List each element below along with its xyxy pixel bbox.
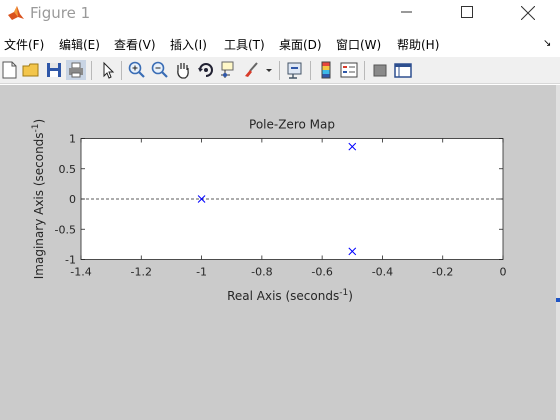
close-button[interactable]	[504, 0, 550, 28]
menu-view[interactable]: 查看(V)	[114, 36, 156, 53]
y-tick-label: 0.5	[59, 163, 77, 176]
y-tick-label: -1	[65, 254, 76, 267]
open-file-button[interactable]	[21, 60, 41, 80]
x-tick-label: -0.4	[372, 266, 393, 279]
brush-dropdown-icon	[266, 69, 272, 72]
insert-legend-icon	[340, 62, 358, 78]
menu-file[interactable]: 文件(F)	[4, 36, 44, 53]
data-cursor-button[interactable]	[219, 60, 239, 80]
pole-zero-plot[interactable]: -1.4 -1.2 -1 -0.8 -0.6 -0.4 -0.2 0 10.50-0.5-1 …	[0, 85, 556, 420]
show-plot-tools-button[interactable]	[393, 60, 413, 80]
title-bar: Figure 1	[0, 0, 560, 28]
pan-button[interactable]	[173, 60, 193, 80]
print-icon	[66, 60, 86, 80]
close-icon	[521, 6, 535, 20]
toolbar-separator	[279, 61, 280, 80]
new-figure-icon	[2, 61, 17, 79]
zoom-out-button[interactable]	[150, 60, 170, 80]
toolbar-separator	[310, 61, 311, 80]
rotate-3d-button[interactable]	[196, 60, 216, 80]
menu-overflow-icon[interactable]: ↘	[543, 38, 551, 49]
edge-marker	[556, 298, 560, 302]
brush-button[interactable]	[242, 60, 262, 80]
pan-hand-icon	[177, 63, 189, 79]
y-axis-label-superscript: -1	[31, 123, 41, 132]
x-tick-label: -1.4	[70, 266, 91, 279]
hide-plot-tools-button[interactable]	[370, 60, 390, 80]
y-tick-label: -0.5	[55, 223, 76, 236]
menu-bar: 文件(F) 编辑(E) 查看(V) 插入(I) 工具(T) 桌面(D) 窗口(W…	[0, 32, 560, 56]
menu-insert[interactable]: 插入(I)	[170, 36, 207, 53]
zoom-out-icon	[151, 61, 168, 78]
toolbar-separator	[364, 61, 365, 80]
new-figure-button[interactable]	[0, 60, 20, 80]
chart-title: Pole-Zero Map	[249, 118, 335, 132]
window-right-edge	[556, 85, 560, 420]
menu-edit[interactable]: 编辑(E)	[59, 36, 100, 53]
zoom-in-icon	[128, 61, 145, 78]
x-tick-label: -1.2	[131, 266, 152, 279]
x-axis-label-suffix: )	[348, 289, 353, 303]
zoom-in-button[interactable]	[127, 60, 147, 80]
insert-legend-button[interactable]	[339, 60, 359, 80]
print-button[interactable]	[66, 60, 86, 80]
edit-plot-arrow-icon	[103, 61, 115, 79]
menu-desktop[interactable]: 桌面(D)	[279, 36, 322, 53]
data-cursor-icon	[221, 61, 234, 78]
maximize-button[interactable]	[444, 0, 490, 28]
x-tick-label: -1	[196, 266, 207, 279]
minimize-icon	[401, 11, 412, 13]
x-tick-label: -0.8	[251, 266, 272, 279]
brush-icon	[245, 62, 258, 77]
y-tick-label: 1	[69, 133, 76, 146]
x-tick-label: -0.2	[432, 266, 453, 279]
x-axis-label-main: Real Axis (seconds	[227, 289, 339, 303]
menu-help[interactable]: 帮助(H)	[397, 36, 439, 53]
insert-colorbar-icon	[321, 61, 331, 79]
x-tick-label: -0.6	[311, 266, 332, 279]
matlab-logo-icon	[8, 6, 24, 20]
save-button[interactable]	[44, 60, 64, 80]
rotate-3d-icon	[198, 63, 213, 77]
y-tick-label: 0	[69, 193, 76, 206]
link-plot-icon	[287, 62, 302, 79]
x-tick-label: 0	[500, 266, 507, 279]
minimize-button[interactable]	[384, 0, 430, 28]
toolbar-separator	[91, 61, 92, 80]
edit-plot-button[interactable]	[98, 60, 118, 80]
y-axis-label-suffix: )	[32, 119, 46, 124]
x-axis-label: Real Axis (seconds-1)	[227, 288, 353, 303]
menu-window[interactable]: 窗口(W)	[336, 36, 381, 53]
window-title: Figure 1	[30, 4, 91, 22]
y-axis-label-main: Imaginary Axis (seconds	[32, 132, 46, 279]
maximize-icon	[461, 6, 473, 18]
link-plot-button[interactable]	[285, 60, 305, 80]
hide-plot-tools-icon	[373, 64, 387, 77]
y-axis-label: Imaginary Axis (seconds-1)	[31, 119, 46, 279]
show-plot-tools-icon	[394, 63, 412, 78]
figure-toolbar	[0, 57, 560, 84]
toolbar-separator	[121, 61, 122, 80]
brush-dropdown-button[interactable]	[263, 60, 275, 80]
menu-tools[interactable]: 工具(T)	[224, 36, 265, 53]
insert-colorbar-button[interactable]	[316, 60, 336, 80]
x-axis-label-superscript: -1	[339, 288, 348, 298]
open-file-icon	[22, 63, 39, 77]
save-icon	[47, 63, 61, 77]
